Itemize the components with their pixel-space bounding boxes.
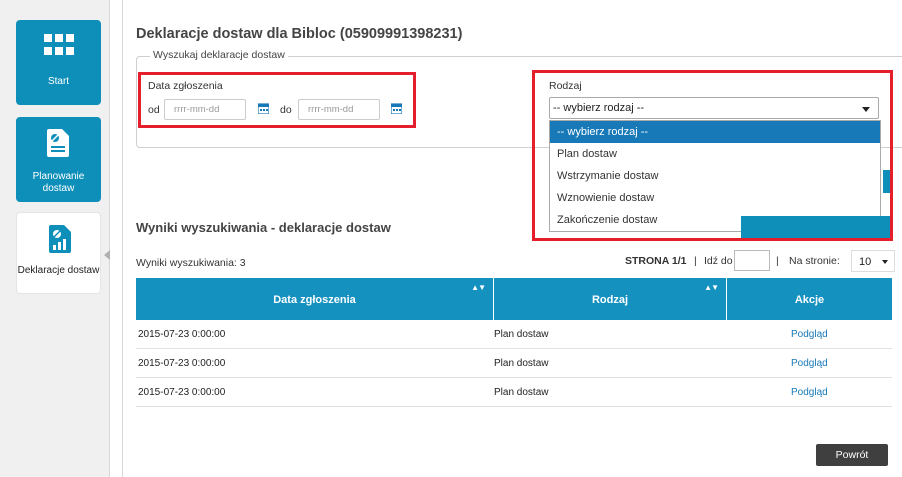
search-legend: Wyszukaj deklaracje dostaw	[150, 49, 288, 61]
sidebar-item-planowanie-dostaw[interactable]: Planowanie dostaw	[16, 117, 101, 202]
table-header: Data zgłoszenia ▲▼ Rodzaj ▲▼ Akcje	[136, 278, 892, 320]
preview-link[interactable]: Podgląd	[791, 329, 828, 340]
highlight-box-type	[532, 70, 893, 241]
preview-link[interactable]: Podgląd	[791, 358, 828, 369]
table-row: 2015-07-23 0:00:00 Plan dostaw Podgląd	[136, 349, 892, 378]
main-content: Deklaracje dostaw dla Bibloc (0590999139…	[123, 0, 902, 477]
cell-type: Plan dostaw	[494, 358, 549, 369]
per-page-label: Na stronie:	[789, 255, 840, 267]
cell-date: 2015-07-23 0:00:00	[138, 358, 226, 369]
sidebar-item-label: Planowanie dostaw	[32, 171, 85, 194]
sidebar-item-start[interactable]: Start	[16, 20, 101, 105]
table-row: 2015-07-23 0:00:00 Plan dostaw Podgląd	[136, 378, 892, 407]
goto-page-input[interactable]	[734, 250, 770, 271]
column-header-label: Rodzaj	[591, 294, 629, 306]
sidebar-item-label: Start	[47, 76, 70, 87]
chevron-down-icon	[882, 260, 888, 264]
cell-type: Plan dostaw	[494, 329, 549, 340]
results-title: Wyniki wyszukiwania - deklaracje dostaw	[136, 220, 391, 235]
sidebar-item-deklaracje-dostaw[interactable]: Deklaracje dostaw	[16, 212, 101, 294]
sidebar: Start Planowanie dostaw Deklaracje dosta…	[0, 0, 110, 477]
document-icon	[47, 129, 69, 157]
column-header-date[interactable]: Data zgłoszenia ▲▼	[136, 278, 493, 320]
grid-icon	[44, 34, 74, 55]
results-count: Wyniki wyszukiwania: 3	[136, 257, 246, 269]
page-indicator: STRONA 1/1	[625, 255, 686, 267]
highlight-box-date	[138, 72, 416, 128]
sort-icon[interactable]: ▲▼	[471, 283, 486, 292]
chart-document-icon	[49, 225, 71, 253]
collapse-sidebar-icon[interactable]	[104, 250, 110, 260]
pager-separator: |	[776, 255, 779, 267]
cell-type: Plan dostaw	[494, 387, 549, 398]
per-page-select[interactable]: 10	[851, 250, 895, 272]
back-button[interactable]: Powrót	[816, 444, 888, 466]
goto-label: Idź do	[704, 255, 733, 267]
cell-date: 2015-07-23 0:00:00	[138, 387, 226, 398]
column-header-label: Data zgłoszenia	[273, 294, 356, 306]
column-header-type[interactable]: Rodzaj ▲▼	[493, 278, 726, 320]
table-row: 2015-07-23 0:00:00 Plan dostaw Podgląd	[136, 320, 892, 349]
preview-link[interactable]: Podgląd	[791, 387, 828, 398]
column-header-label: Akcje	[794, 294, 825, 306]
column-header-actions: Akcje	[726, 278, 892, 320]
per-page-value: 10	[859, 256, 872, 268]
page-indicator-text: STRONA 1/1	[625, 255, 687, 267]
pager-separator: |	[694, 255, 697, 267]
sort-icon[interactable]: ▲▼	[704, 283, 719, 292]
sidebar-item-label: Deklaracje dostaw	[17, 265, 100, 276]
page-title: Deklaracje dostaw dla Bibloc (0590999139…	[136, 26, 463, 42]
cell-date: 2015-07-23 0:00:00	[138, 329, 226, 340]
